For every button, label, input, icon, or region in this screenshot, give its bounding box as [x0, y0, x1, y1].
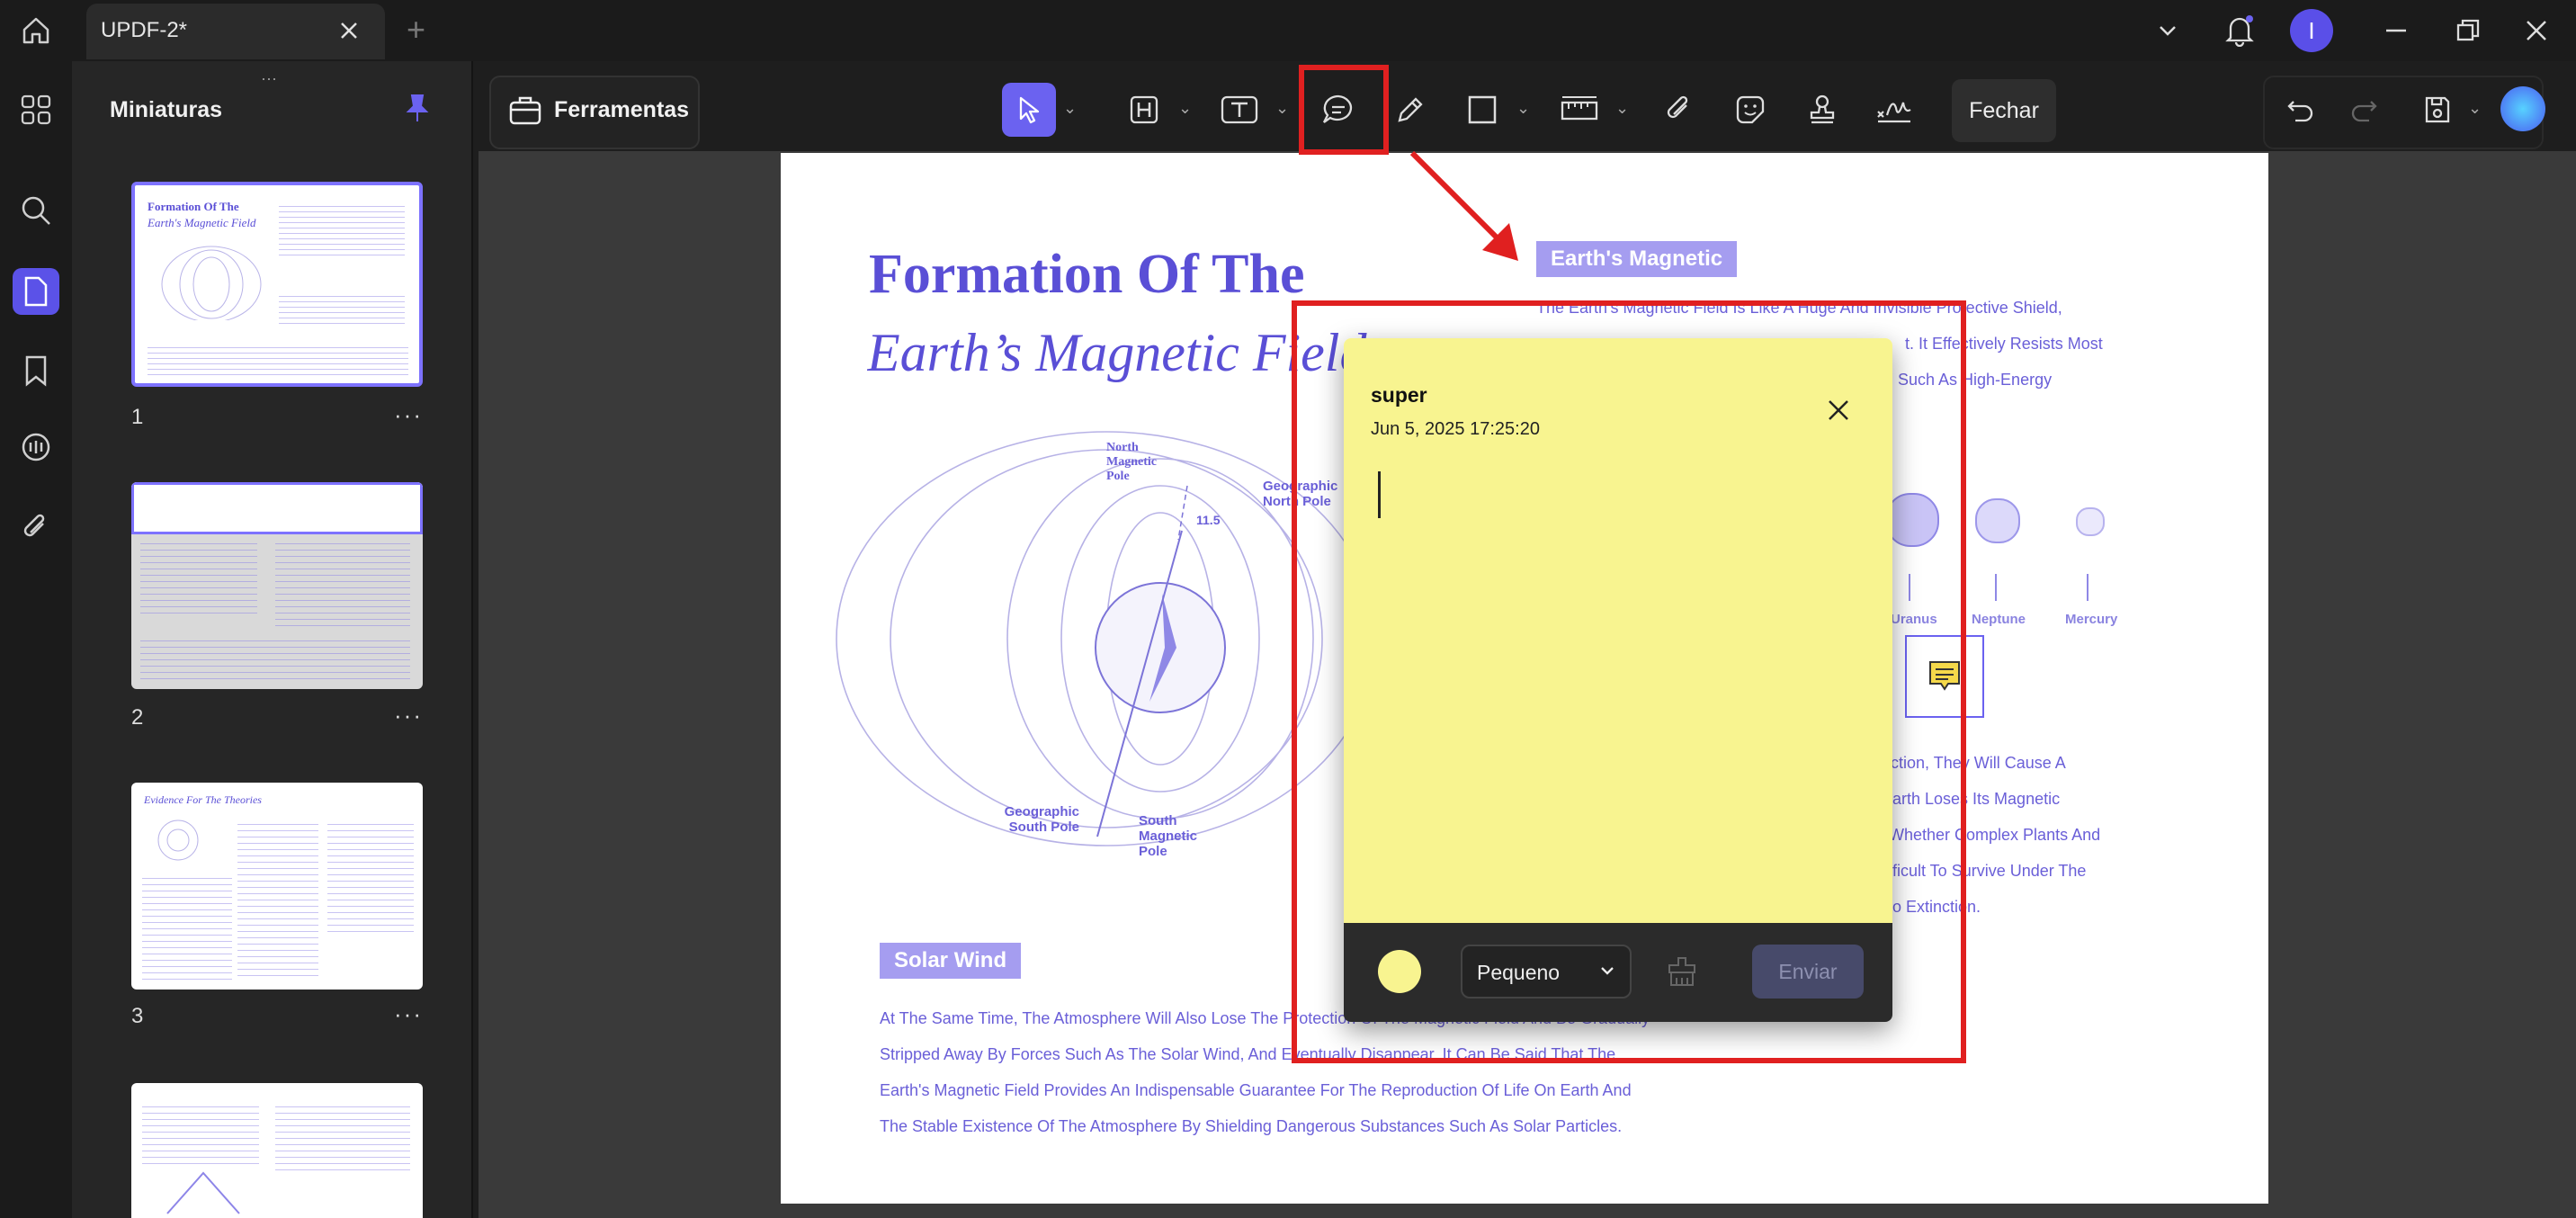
restore-icon[interactable]	[2450, 13, 2486, 49]
new-tab-button[interactable]: +	[407, 11, 425, 49]
select-tool-dropdown[interactable]: ⌄	[1063, 99, 1077, 118]
select-tool-button[interactable]	[1002, 83, 1056, 137]
text-box-tool-dropdown[interactable]: ⌄	[1275, 99, 1289, 118]
undo-icon[interactable]	[2279, 88, 2322, 131]
chevron-down-icon[interactable]	[2150, 14, 2186, 47]
bottom-body-line: Earth's Magnetic Field Provides An Indis…	[880, 1081, 1632, 1099]
thumbnail-more-button[interactable]: ···	[394, 1000, 423, 1028]
measure-tool-dropdown[interactable]: ⌄	[1615, 99, 1629, 118]
document-title-line1: Formation Of The	[869, 244, 1305, 305]
save-dropdown[interactable]: ⌄	[2468, 99, 2482, 118]
thumbnail-page-number: 3	[131, 1004, 144, 1028]
shape-tool-button[interactable]	[1455, 83, 1509, 137]
close-tab-icon[interactable]	[333, 16, 365, 45]
stamp-icon[interactable]	[1795, 83, 1849, 137]
thumbnail-page-number: 1	[131, 405, 144, 429]
geographic-south-pole-label: Geographic South Pole	[1004, 804, 1079, 835]
home-icon[interactable]	[13, 13, 59, 49]
thumbnail-page-4[interactable]	[131, 1083, 423, 1218]
highlight-box-tool	[1299, 65, 1389, 155]
close-edit-mode-button[interactable]: Fechar	[1952, 79, 2056, 142]
thumbnail-page-number: 2	[131, 705, 144, 730]
instruction-arrow	[1409, 150, 1518, 261]
redo-icon[interactable]	[2342, 88, 2385, 131]
text-box-tool-button[interactable]	[1212, 83, 1266, 137]
ai-assistant-icon[interactable]	[2500, 86, 2545, 131]
signature-icon[interactable]	[1867, 83, 1921, 137]
tab-title: UPDF-2*	[101, 18, 188, 42]
tools-label: Ferramentas	[554, 97, 690, 122]
save-icon[interactable]	[2416, 88, 2459, 131]
user-avatar[interactable]: I	[2290, 9, 2333, 52]
south-magnetic-pole-label: South Magnetic Pole	[1139, 813, 1198, 859]
sticker-icon[interactable]	[1723, 83, 1777, 137]
solar-wind-tag: Solar Wind	[880, 943, 1022, 979]
planet-label: Mercury	[2065, 612, 2118, 627]
comments-icon[interactable]	[13, 425, 59, 471]
thumbnail-page-3[interactable]: Evidence For The Theories	[131, 783, 423, 990]
thumbnail-page-1[interactable]: Formation Of The Earth's Magnetic Field	[131, 182, 423, 387]
bottom-body-line: The Stable Existence Of The Atmosphere B…	[880, 1117, 1623, 1135]
search-icon[interactable]	[13, 187, 59, 234]
notification-bell-icon[interactable]	[2222, 11, 2258, 50]
close-window-icon[interactable]	[2518, 13, 2554, 49]
north-magnetic-pole-label: North Magnetic Pole	[1106, 441, 1157, 483]
toolbox-icon	[505, 90, 545, 130]
angle-label: 11.5	[1196, 513, 1221, 527]
highlight-tool-button[interactable]	[1117, 83, 1171, 137]
thumbnail-more-button[interactable]: ···	[394, 401, 423, 429]
planet-tick	[2087, 574, 2089, 601]
pin-icon[interactable]	[399, 90, 435, 126]
panel-drag-handle[interactable]: ⋯	[261, 70, 280, 89]
planet-tick	[1995, 574, 1997, 601]
left-rail	[0, 61, 72, 1218]
thumbnails-page-icon[interactable]	[13, 268, 59, 315]
pencil-tool-button[interactable]	[1383, 83, 1437, 137]
title-bar	[0, 0, 2576, 61]
highlight-tool-dropdown[interactable]: ⌄	[1178, 99, 1192, 118]
attach-file-icon[interactable]	[1651, 83, 1705, 137]
panel-title: Miniaturas	[110, 97, 223, 122]
section-tag: Earth's Magnetic	[1536, 241, 1738, 277]
planet-mercury	[2076, 507, 2105, 536]
apps-grid-icon[interactable]	[13, 86, 59, 133]
planet-neptune	[1975, 498, 2020, 543]
thumbnail-page-2[interactable]	[131, 482, 423, 689]
minimize-icon[interactable]	[2378, 13, 2414, 49]
attachment-icon[interactable]	[13, 504, 59, 551]
shape-tool-dropdown[interactable]: ⌄	[1516, 99, 1530, 118]
measure-tool-button[interactable]	[1552, 83, 1606, 137]
thumbnail-more-button[interactable]: ···	[394, 702, 423, 730]
bookmark-icon[interactable]	[13, 347, 59, 394]
highlight-box-note	[1292, 300, 1966, 1063]
planet-label: Neptune	[1972, 612, 2026, 627]
